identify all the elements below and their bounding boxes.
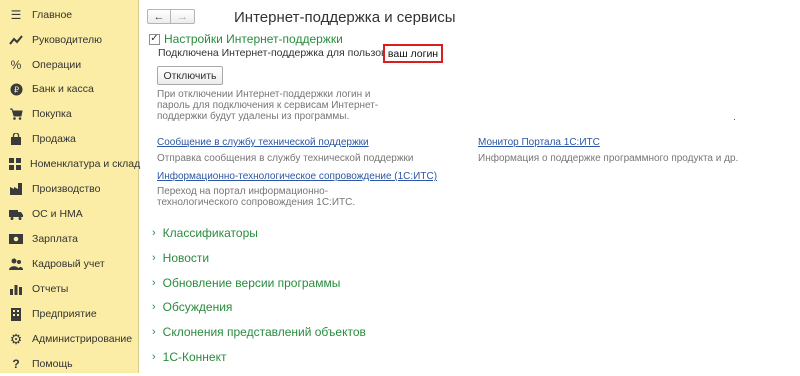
group-declensions[interactable]: › Склонения представлений объектов: [152, 325, 366, 339]
page-title: Интернет-поддержка и сервисы: [234, 9, 456, 26]
menu-lines-icon: ☰: [10, 8, 22, 22]
chevron-right-icon: ›: [152, 351, 156, 363]
monitor-desc: Информация о поддержке программного прод…: [478, 153, 739, 164]
group-label: Новости: [162, 251, 210, 265]
sidebar-item-label: Отчеты: [32, 283, 69, 295]
tech-support-desc: Отправка сообщения в службу технической …: [157, 153, 414, 164]
sidebar-item-sales[interactable]: Продажа: [0, 127, 138, 151]
sidebar-item-admin[interactable]: ⚙ Администрирование: [0, 327, 138, 351]
percent-coins-icon: %: [10, 58, 22, 72]
gear-icon: ⚙: [9, 331, 23, 347]
sidebar-item-enterprise[interactable]: Предприятие: [0, 302, 138, 326]
connected-label: Подключена Интернет-поддержка для пользо…: [158, 47, 415, 59]
sidebar-item-label: Администрирование: [32, 333, 133, 345]
group-label: 1С-Коннект: [162, 350, 227, 364]
question-icon: ?: [12, 357, 20, 371]
chevron-right-icon: ›: [152, 301, 156, 313]
sidebar-item-nomenclature[interactable]: Номенклатура и склад: [0, 152, 141, 176]
section-title: Настройки Интернет-поддержки: [164, 32, 343, 46]
sidebar-item-label: Помощь: [32, 358, 73, 370]
sidebar-item-label: ОС и НМА: [32, 208, 83, 220]
support-settings-section[interactable]: ✓ Настройки Интернет-поддержки: [149, 32, 343, 46]
chevron-right-icon: ›: [152, 252, 156, 264]
money-icon: [9, 232, 23, 246]
arrow-left-icon: ←: [153, 10, 165, 23]
its-link[interactable]: Информационно-технологическое сопровожде…: [157, 171, 437, 182]
grid-icon: [9, 157, 21, 171]
cursor-dot: [734, 119, 735, 120]
sidebar-item-label: Банк и касса: [32, 83, 94, 95]
bar-chart-icon: [9, 282, 23, 296]
sidebar-item-help[interactable]: ? Помощь: [0, 352, 138, 376]
main-content: ← → Интернет-поддержка и сервисы ✓ Настр…: [139, 0, 800, 373]
sidebar: ☰ Главное Руководителю % Операции ₽ Банк…: [0, 0, 141, 376]
factory-icon: [9, 182, 23, 196]
disconnect-note: При отключении Интернет-поддержки логин …: [157, 89, 379, 122]
sidebar-item-label: Главное: [32, 9, 73, 21]
group-news[interactable]: › Новости: [152, 251, 209, 265]
sidebar-item-main[interactable]: ☰ Главное: [0, 3, 138, 27]
sidebar-item-bank[interactable]: ₽ Банк и касса: [0, 77, 138, 101]
sidebar-item-label: Предприятие: [32, 308, 97, 320]
group-label: Классификаторы: [162, 226, 258, 240]
building-icon: [9, 307, 23, 321]
collapse-checkbox-icon[interactable]: ✓: [149, 33, 160, 45]
login-value: ваш логин: [383, 44, 443, 63]
sidebar-item-assets[interactable]: ОС и НМА: [0, 202, 138, 226]
sidebar-item-manager[interactable]: Руководителю: [0, 28, 138, 52]
sidebar-item-salary[interactable]: Зарплата: [0, 227, 138, 251]
sidebar-item-label: Операции: [32, 59, 82, 71]
group-classifiers[interactable]: › Классификаторы: [152, 226, 258, 240]
sidebar-item-purchase[interactable]: Покупка: [0, 102, 138, 126]
ruble-coin-icon: ₽: [9, 82, 23, 96]
chevron-right-icon: ›: [152, 326, 156, 338]
tech-support-link[interactable]: Сообщение в службу технической поддержки: [157, 137, 369, 148]
people-icon: [9, 257, 23, 271]
sidebar-item-label: Продажа: [32, 133, 76, 145]
trend-line-icon: [9, 33, 23, 47]
group-label: Обсуждения: [162, 300, 233, 314]
sidebar-item-label: Покупка: [32, 108, 72, 120]
group-discussions[interactable]: › Обсуждения: [152, 300, 232, 314]
group-label: Склонения представлений объектов: [162, 325, 366, 339]
forward-button[interactable]: →: [171, 9, 195, 24]
chevron-right-icon: ›: [152, 277, 156, 289]
truck-icon: [9, 207, 23, 221]
group-label: Обновление версии программы: [162, 276, 341, 290]
sidebar-item-label: Кадровый учет: [32, 258, 105, 270]
sidebar-item-label: Номенклатура и склад: [30, 158, 141, 170]
sidebar-item-production[interactable]: Производство: [0, 177, 138, 201]
sidebar-item-label: Зарплата: [32, 233, 78, 245]
chevron-right-icon: ›: [152, 227, 156, 239]
cart-icon: [9, 107, 23, 121]
svg-text:₽: ₽: [13, 85, 18, 94]
arrow-right-icon: →: [177, 10, 188, 23]
sidebar-item-label: Руководителю: [32, 34, 103, 46]
sidebar-item-operations[interactable]: % Операции: [0, 53, 138, 77]
sidebar-item-reports[interactable]: Отчеты: [0, 277, 138, 301]
bag-icon: [9, 132, 23, 146]
monitor-link[interactable]: Монитор Портала 1С:ИТС: [478, 137, 600, 148]
its-desc: Переход на портал информационно-технолог…: [157, 186, 356, 208]
disconnect-button[interactable]: Отключить: [157, 66, 223, 85]
sidebar-item-label: Производство: [32, 183, 101, 195]
group-update[interactable]: › Обновление версии программы: [152, 276, 340, 290]
group-1c-connect[interactable]: › 1С-Коннект: [152, 350, 226, 364]
back-button[interactable]: ←: [147, 9, 171, 24]
sidebar-item-hr[interactable]: Кадровый учет: [0, 252, 138, 276]
